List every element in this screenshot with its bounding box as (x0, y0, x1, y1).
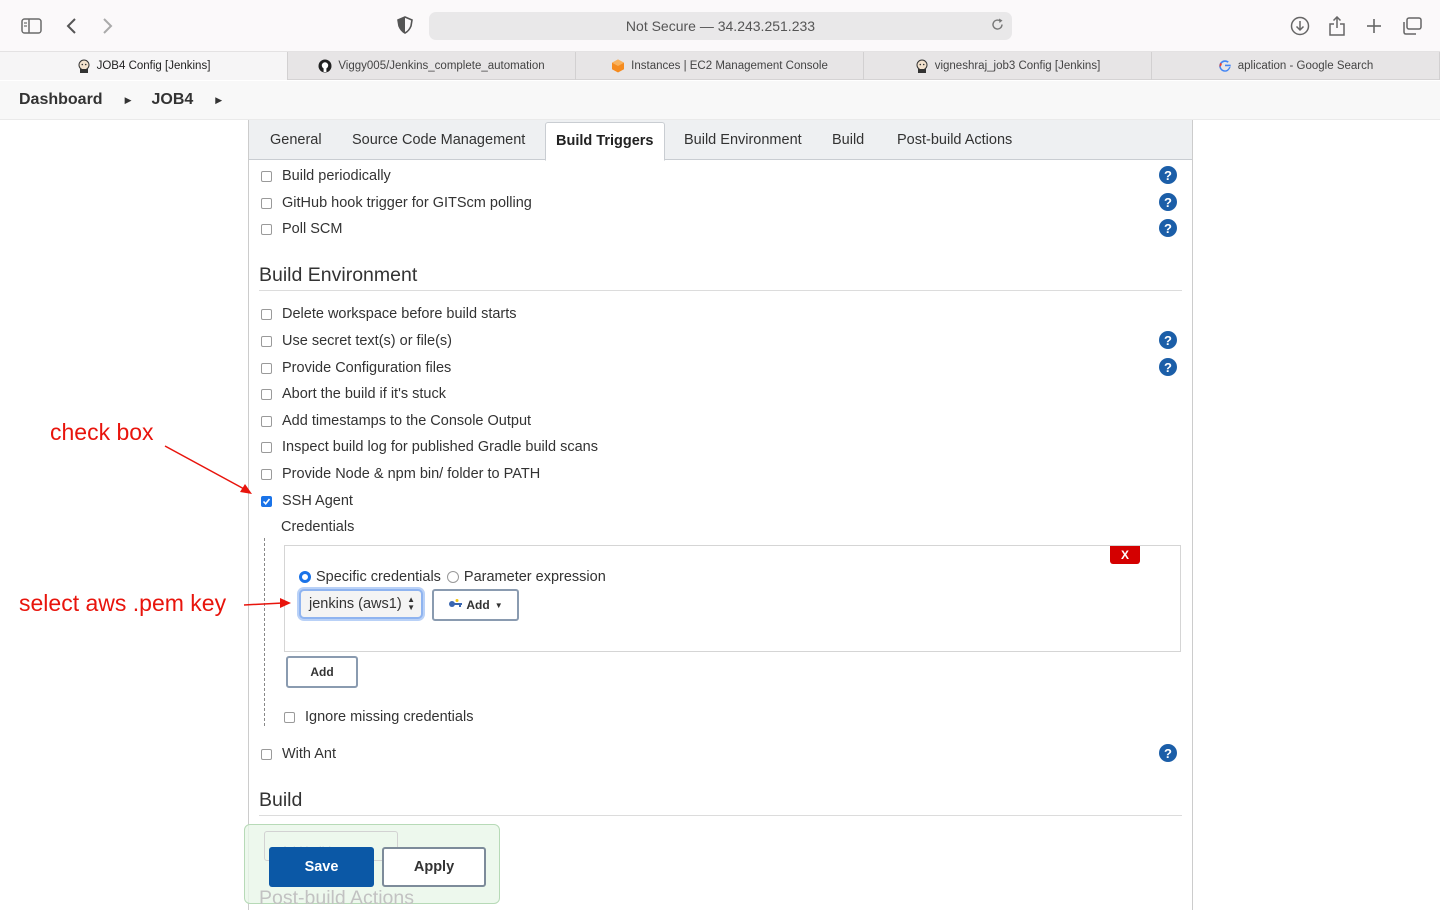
arrow-head-icon (280, 598, 291, 608)
arrow-head-icon (240, 484, 252, 494)
arrow-to-select (243, 602, 284, 606)
annotation-arrows (164, 445, 291, 608)
arrow-to-checkbox (164, 445, 247, 491)
